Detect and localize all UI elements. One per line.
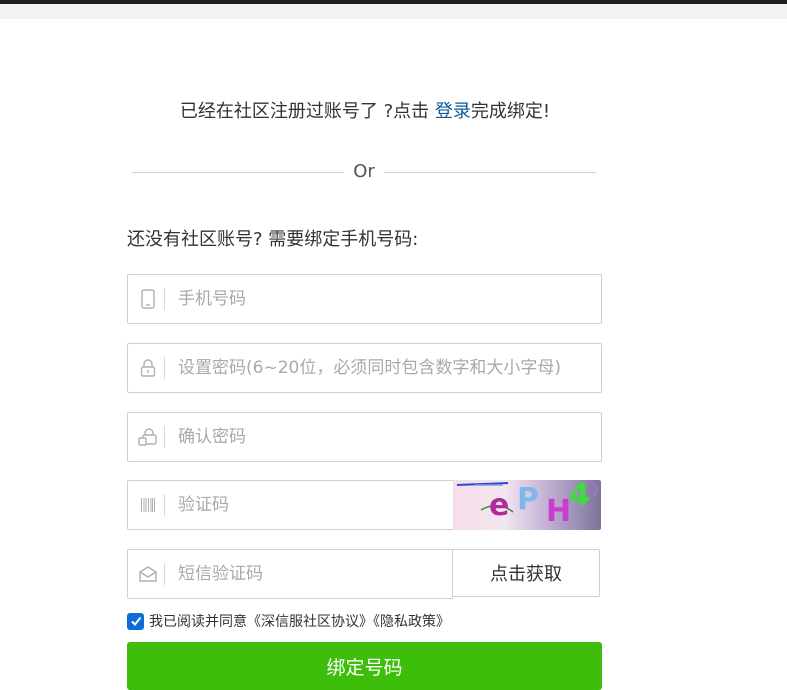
field-separator	[164, 288, 165, 310]
password-field	[127, 343, 602, 393]
sms-code-field	[127, 549, 453, 599]
sms-code-input[interactable]	[178, 550, 438, 598]
confirm-password-field	[127, 412, 602, 462]
top-bar-edge	[0, 0, 787, 4]
agreement-text: 我已阅读并同意《深信服社区协议》《隐私政策》	[149, 614, 450, 630]
captcha-char: 4	[569, 480, 590, 513]
login-link[interactable]: 登录	[435, 101, 471, 122]
register-prompt: 还没有社区账号? 需要绑定手机号码:	[127, 229, 419, 250]
phone-icon	[138, 288, 158, 310]
envelope-icon	[138, 563, 158, 585]
agreement-row: 我已阅读并同意《深信服社区协议》《隐私政策》	[127, 611, 450, 631]
bind-phone-button[interactable]: 绑定号码	[127, 642, 602, 690]
captcha-input[interactable]	[178, 481, 438, 529]
login-prompt-text: 已经在社区注册过账号了 ?点击	[179, 101, 435, 122]
get-sms-code-button[interactable]: 点击获取	[452, 549, 600, 597]
captcha-field	[127, 480, 453, 530]
or-divider: Or	[132, 160, 596, 184]
captcha-char: H	[546, 494, 572, 529]
field-separator	[164, 357, 165, 379]
phone-input[interactable]	[178, 275, 578, 323]
captcha-char: e	[489, 488, 510, 523]
field-separator	[164, 426, 165, 448]
field-separator	[164, 563, 165, 585]
captcha-char: P	[517, 482, 539, 517]
login-prompt-suffix: 完成绑定!	[470, 101, 551, 122]
barcode-icon	[138, 494, 158, 516]
confirm-password-input[interactable]	[178, 413, 578, 461]
captcha-image[interactable]: e P H 4	[453, 480, 601, 530]
lock-icon	[138, 357, 158, 379]
divider-line-right	[384, 172, 596, 173]
lock-confirm-icon	[138, 426, 158, 448]
checkmark-icon	[130, 616, 141, 627]
field-separator	[164, 494, 165, 516]
agreement-checkbox[interactable]	[127, 612, 144, 630]
phone-field	[127, 274, 602, 324]
login-prompt: 已经在社区注册过账号了 ?点击 登录完成绑定!	[0, 97, 730, 123]
password-input[interactable]	[178, 344, 578, 392]
top-bar	[0, 0, 787, 19]
